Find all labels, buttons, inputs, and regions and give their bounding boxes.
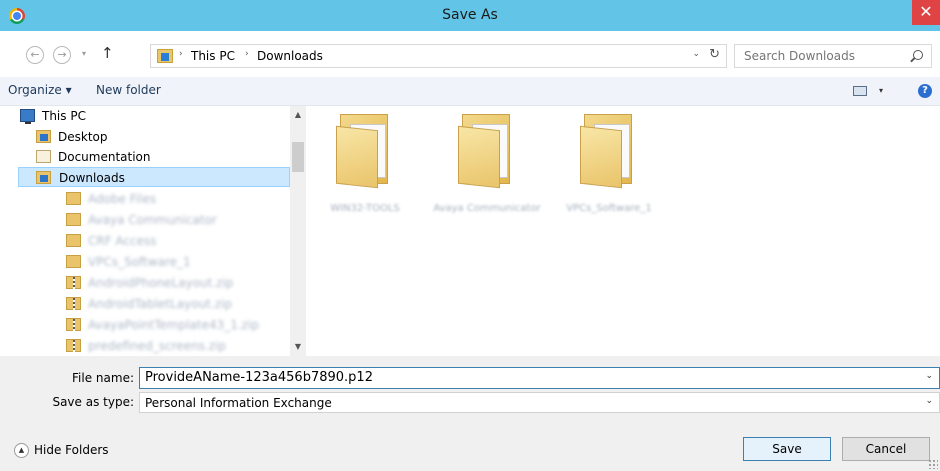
back-button[interactable]: ←: [26, 46, 44, 64]
computer-icon: [20, 109, 35, 124]
downloads-folder-icon: [36, 171, 51, 184]
navigation-pane: This PC Desktop Documentation Downloads …: [0, 106, 306, 356]
folder-icon: [66, 255, 81, 268]
navigation-scrollbar[interactable]: ▲ ▼: [290, 106, 306, 356]
tree-item-subfolder[interactable]: Adobe Files: [66, 189, 306, 209]
organize-menu[interactable]: Organize ▾: [8, 83, 72, 97]
search-icon[interactable]: [913, 50, 923, 60]
tree-item-label: Downloads: [59, 171, 125, 185]
scrollbar-thumb[interactable]: [292, 142, 304, 172]
help-icon[interactable]: ?: [918, 84, 932, 98]
tree-item-label: CRF Access: [88, 234, 157, 248]
view-options-dropdown[interactable]: ▾: [879, 86, 883, 95]
address-dropdown-icon[interactable]: ⌄: [692, 49, 700, 59]
tree-item-label: AndroidTabletLayout.zip: [88, 297, 232, 311]
save-form: File name: ⌄ Save as type: Personal Info…: [0, 356, 940, 471]
close-button[interactable]: ✕: [912, 0, 940, 25]
folder-icon: [66, 234, 81, 247]
tree-item-label: VPCs_Software_1: [88, 255, 191, 269]
tree-item-zip[interactable]: AvayaPointTemplate43_1.zip: [66, 315, 306, 335]
file-item[interactable]: WIN32-TOOLS: [306, 106, 424, 246]
up-one-level-button[interactable]: ↑: [101, 44, 114, 62]
folder-icon: [336, 114, 396, 189]
tree-item-label: This PC: [42, 109, 86, 123]
chevron-down-icon[interactable]: ⌄: [925, 396, 933, 406]
scroll-up-button[interactable]: ▲: [290, 108, 306, 122]
file-name: WIN32-TOOLS: [330, 203, 400, 214]
search-box[interactable]: [734, 44, 932, 68]
cancel-button[interactable]: Cancel: [842, 437, 930, 461]
tree-item-label: Documentation: [58, 150, 151, 164]
save-button[interactable]: Save: [743, 437, 831, 461]
breadcrumb-downloads[interactable]: Downloads: [257, 49, 323, 63]
desktop-folder-icon: [36, 130, 51, 143]
search-input[interactable]: [744, 49, 904, 63]
tree-item-label: AndroidPhoneLayout.zip: [88, 276, 234, 290]
zip-folder-icon: [66, 318, 81, 331]
file-name: Avaya Communicator: [433, 203, 541, 214]
breadcrumb-separator: ›: [245, 49, 249, 59]
tree-item-this-pc[interactable]: This PC: [20, 106, 292, 126]
file-item[interactable]: Avaya Communicator: [428, 106, 546, 246]
change-view-icon[interactable]: [853, 86, 867, 96]
tree-item-desktop[interactable]: Desktop: [36, 127, 306, 147]
savetype-label: Save as type:: [52, 395, 134, 409]
filename-label: File name:: [72, 371, 134, 385]
zip-folder-icon: [66, 297, 81, 310]
tree-item-zip[interactable]: AndroidTabletLayout.zip: [66, 294, 306, 314]
tree-item-label: AvayaPointTemplate43_1.zip: [88, 318, 259, 332]
folder-icon: [66, 192, 81, 205]
command-toolbar: Organize ▾ New folder ▾ ?: [0, 77, 940, 106]
title-bar: Save As ✕: [0, 0, 940, 31]
tree-item-subfolder[interactable]: VPCs_Software_1: [66, 252, 306, 272]
breadcrumb-separator: ›: [179, 49, 183, 59]
address-row: ← → ▾ ↑ › This PC › Downloads ⌄ ↻: [0, 31, 940, 77]
filename-field[interactable]: ⌄: [139, 367, 940, 389]
collapse-icon: ▲: [14, 443, 29, 458]
file-name: VPCs_Software_1: [566, 203, 652, 214]
downloads-folder-icon: [157, 49, 173, 63]
save-as-type-value: Personal Information Exchange: [145, 396, 332, 410]
file-item[interactable]: VPCs_Software_1: [550, 106, 668, 246]
filename-input[interactable]: [145, 370, 905, 385]
tree-item-documentation[interactable]: Documentation: [36, 147, 306, 167]
tree-item-label: Adobe Files: [88, 192, 157, 206]
tree-item-downloads[interactable]: Downloads: [18, 167, 290, 187]
breadcrumb-this-pc[interactable]: This PC: [191, 49, 235, 63]
tree-item-zip[interactable]: AndroidPhoneLayout.zip: [66, 273, 306, 293]
forward-button[interactable]: →: [53, 46, 71, 64]
document-icon: [36, 150, 51, 163]
tree-item-label: Avaya Communicator: [88, 213, 217, 227]
filename-dropdown-icon[interactable]: ⌄: [925, 371, 933, 381]
tree-item-subfolder[interactable]: CRF Access: [66, 231, 306, 251]
zip-folder-icon: [66, 339, 81, 352]
folder-icon: [66, 213, 81, 226]
recent-locations-dropdown[interactable]: ▾: [82, 49, 86, 58]
resize-grip-icon[interactable]: [928, 459, 938, 469]
zip-folder-icon: [66, 276, 81, 289]
new-folder-button[interactable]: New folder: [96, 83, 161, 97]
tree-item-label: Desktop: [58, 130, 108, 144]
hide-folders-label: Hide Folders: [34, 443, 109, 457]
file-list-pane: WIN32-TOOLS Avaya Communicator VPCs_Soft…: [306, 106, 940, 356]
folder-icon: [580, 114, 640, 189]
folder-icon: [458, 114, 518, 189]
refresh-icon[interactable]: ↻: [709, 47, 720, 62]
save-as-type-select[interactable]: Personal Information Exchange ⌄: [139, 392, 940, 413]
address-bar[interactable]: › This PC › Downloads ⌄ ↻: [150, 44, 727, 68]
scroll-down-button[interactable]: ▼: [290, 340, 306, 354]
tree-item-label: predefined_screens.zip: [88, 339, 227, 353]
tree-item-zip[interactable]: predefined_screens.zip: [66, 336, 306, 356]
tree-item-subfolder[interactable]: Avaya Communicator: [66, 210, 306, 230]
window-title: Save As: [442, 7, 498, 23]
